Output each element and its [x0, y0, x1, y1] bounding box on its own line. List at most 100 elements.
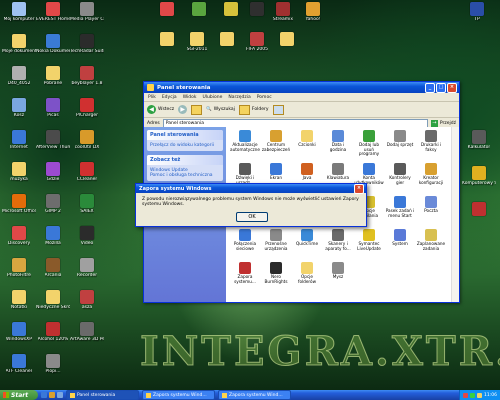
control-panel-item[interactable]: Konta użytkowników — [354, 163, 384, 185]
desktop-icon[interactable]: Microsoft Office — [2, 194, 36, 214]
menu-item[interactable]: Plik — [148, 95, 156, 100]
control-panel-item[interactable]: Poczta — [416, 196, 446, 214]
desktop-icon[interactable]: EVEREST Home Edition — [36, 2, 70, 22]
desktop-icon[interactable]: D40_4052 — [2, 66, 36, 86]
desktop-icon[interactable]: Mozilla — [36, 226, 70, 246]
menu-item[interactable]: Widok — [183, 95, 197, 100]
control-panel-item[interactable]: Kontrolery gier — [385, 163, 415, 185]
control-panel-item[interactable]: Dodaj lub usuń programy — [354, 130, 384, 157]
control-panel-item[interactable]: Zaplanowane zadania — [416, 229, 446, 251]
desktop-icon-top[interactable] — [150, 32, 184, 46]
control-panel-item[interactable]: Symantec LiveUpdate — [354, 229, 384, 251]
taskbar-task[interactable]: Zapora systemu Wind... — [218, 390, 291, 400]
start-button[interactable]: Start — [0, 390, 38, 400]
dialog-close-button[interactable]: × — [354, 183, 364, 194]
desktop-icon[interactable]: ATF Cleaner — [2, 354, 36, 374]
desktop-icon-top[interactable] — [210, 32, 244, 46]
maximize-button[interactable]: □ — [436, 82, 446, 93]
ok-button[interactable]: OK — [236, 212, 268, 222]
desktop-icon[interactable]: Mój komputer — [2, 2, 36, 22]
control-panel-item[interactable]: Aktualizacje automatyczne — [230, 130, 260, 152]
control-panel-item[interactable]: Połączenia sieciowe — [230, 229, 260, 251]
desktop-icon-top[interactable]: Streamix — [266, 2, 300, 22]
control-panel-item[interactable]: Czcionki — [292, 130, 322, 148]
desktop-icon[interactable]: TechRadar Suite — [70, 34, 104, 54]
control-panel-item[interactable]: Kreator konfiguracji — [416, 163, 446, 185]
control-panel-item[interactable]: Skanery i aparaty fo... — [323, 229, 353, 251]
ie-icon[interactable] — [41, 392, 47, 398]
control-panel-item[interactable]: Przenośne urządzenia — [261, 229, 291, 251]
tray-network-icon[interactable] — [470, 392, 476, 398]
control-panel-item[interactable]: Ekran — [261, 163, 291, 181]
control-panel-item[interactable]: QuickTime — [292, 229, 322, 247]
desktop-icon[interactable]: Video — [70, 226, 104, 246]
forward-button[interactable]: ▶ — [178, 105, 188, 114]
desktop-icon[interactable]: ArtAware 3D Personal — [70, 322, 104, 342]
desktop-icon-right[interactable] — [462, 202, 496, 216]
desktop-icon[interactable]: PICharger — [70, 98, 104, 118]
views-button[interactable] — [272, 104, 284, 115]
desktop-icon-top[interactable]: TP — [460, 2, 494, 22]
dialog-titlebar[interactable]: Zapora systemu Windows × — [136, 183, 366, 194]
desktop-icon[interactable]: Niedyczne Skróty — [36, 290, 70, 310]
desktop-icon[interactable]: Plopi... — [36, 354, 70, 374]
desktop-icon-right[interactable]: Kalkulator — [462, 130, 496, 150]
media-icon[interactable] — [49, 392, 55, 398]
menu-item[interactable]: Ulubione — [203, 95, 223, 100]
control-panel-item[interactable]: Klawiatura — [323, 163, 353, 181]
desktop-icon-top[interactable] — [270, 32, 304, 46]
desktop-icon[interactable]: asza — [70, 290, 104, 310]
desktop-icon-top[interactable]: SGI-2011 — [180, 32, 214, 52]
desktop-icon-top[interactable]: FIFA 2005 — [240, 32, 274, 52]
taskbar-task[interactable]: Zapora systemu Wind... — [142, 390, 215, 400]
control-panel-item[interactable]: Zapora systemu... — [230, 262, 260, 284]
desktop-icon[interactable]: AfterView Thumbnails — [36, 130, 70, 150]
menu-item[interactable]: Narzędzia — [228, 95, 250, 100]
control-panel-item[interactable]: Dodaj sprzęt — [385, 130, 415, 148]
control-panel-item[interactable]: Nero BurnRights — [261, 262, 291, 284]
control-panel-item[interactable]: Dźwięki i urządz... — [230, 163, 260, 185]
minimize-button[interactable]: _ — [425, 82, 435, 93]
desktop-icon[interactable]: SAIEX — [70, 194, 104, 214]
control-panel-item[interactable]: Opcje folderów — [292, 262, 322, 284]
desktop-icon[interactable]: WindowsXP — [2, 322, 36, 342]
desktop-icon[interactable]: Nokia Dokumenty — [36, 34, 70, 54]
desktop-icon[interactable]: Picas — [36, 98, 70, 118]
desktop-icon[interactable]: Internet — [2, 130, 36, 150]
desktop-icon-right[interactable]: Komputerowy Słownik Niem. — [462, 166, 496, 186]
control-panel-item[interactable]: Pasek zadań i menu Start — [385, 196, 415, 218]
task-box-header[interactable]: Panel sterowania — [147, 130, 223, 140]
desktop-icon-top[interactable] — [150, 2, 184, 16]
window-titlebar[interactable]: Panel sterowania _ □ × — [144, 82, 459, 93]
desktop-icon[interactable]: coolUtil DX — [70, 130, 104, 150]
taskbar-task[interactable]: Panel sterowania — [66, 390, 139, 400]
control-panel-item[interactable]: Drukarki i faksy — [416, 130, 446, 152]
desktop-icon[interactable]: Alcohol 120% — [36, 322, 70, 342]
tray-volume-icon[interactable] — [477, 392, 483, 398]
see-also-header[interactable]: Zobacz też — [147, 155, 223, 165]
desktop-icon[interactable]: CCleaner — [70, 162, 104, 182]
desktop-icon[interactable]: Arcania — [36, 258, 70, 278]
clock[interactable]: 11:06 — [484, 393, 497, 398]
control-panel-item[interactable]: Mysz — [323, 262, 353, 280]
folders-button[interactable]: Foldery — [238, 104, 269, 115]
desktop-icon[interactable]: Recorder — [70, 258, 104, 278]
desktop-icon[interactable]: GIMP 2 — [36, 194, 70, 214]
desktop-icon-top[interactable]: Yahoo! — [296, 2, 330, 22]
vertical-scrollbar[interactable] — [451, 127, 459, 302]
close-button[interactable]: × — [447, 82, 457, 93]
desktop-icon[interactable]: PhotoFiltre — [2, 258, 36, 278]
tray-antivirus-icon[interactable] — [463, 392, 469, 398]
desktop-icon[interactable]: Gdzie — [36, 162, 70, 182]
menu-item[interactable]: Pomoc — [257, 95, 272, 100]
search-button[interactable]: 🔍 Wyszukaj — [206, 107, 235, 112]
control-panel-item[interactable]: System — [385, 229, 415, 247]
control-panel-item[interactable]: Java — [292, 163, 322, 181]
go-button[interactable]: → Przejdź — [430, 119, 456, 127]
switch-category-view-link[interactable]: Przełącz do widoku kategorii — [150, 143, 214, 148]
desktop-icon[interactable]: Notatki — [2, 290, 36, 310]
desktop-icon[interactable]: Kosz — [2, 98, 36, 118]
up-folder-button[interactable] — [191, 104, 203, 115]
back-button[interactable]: ◀ Wstecz — [147, 105, 174, 114]
desktop-icon[interactable]: muzyka — [2, 162, 36, 182]
